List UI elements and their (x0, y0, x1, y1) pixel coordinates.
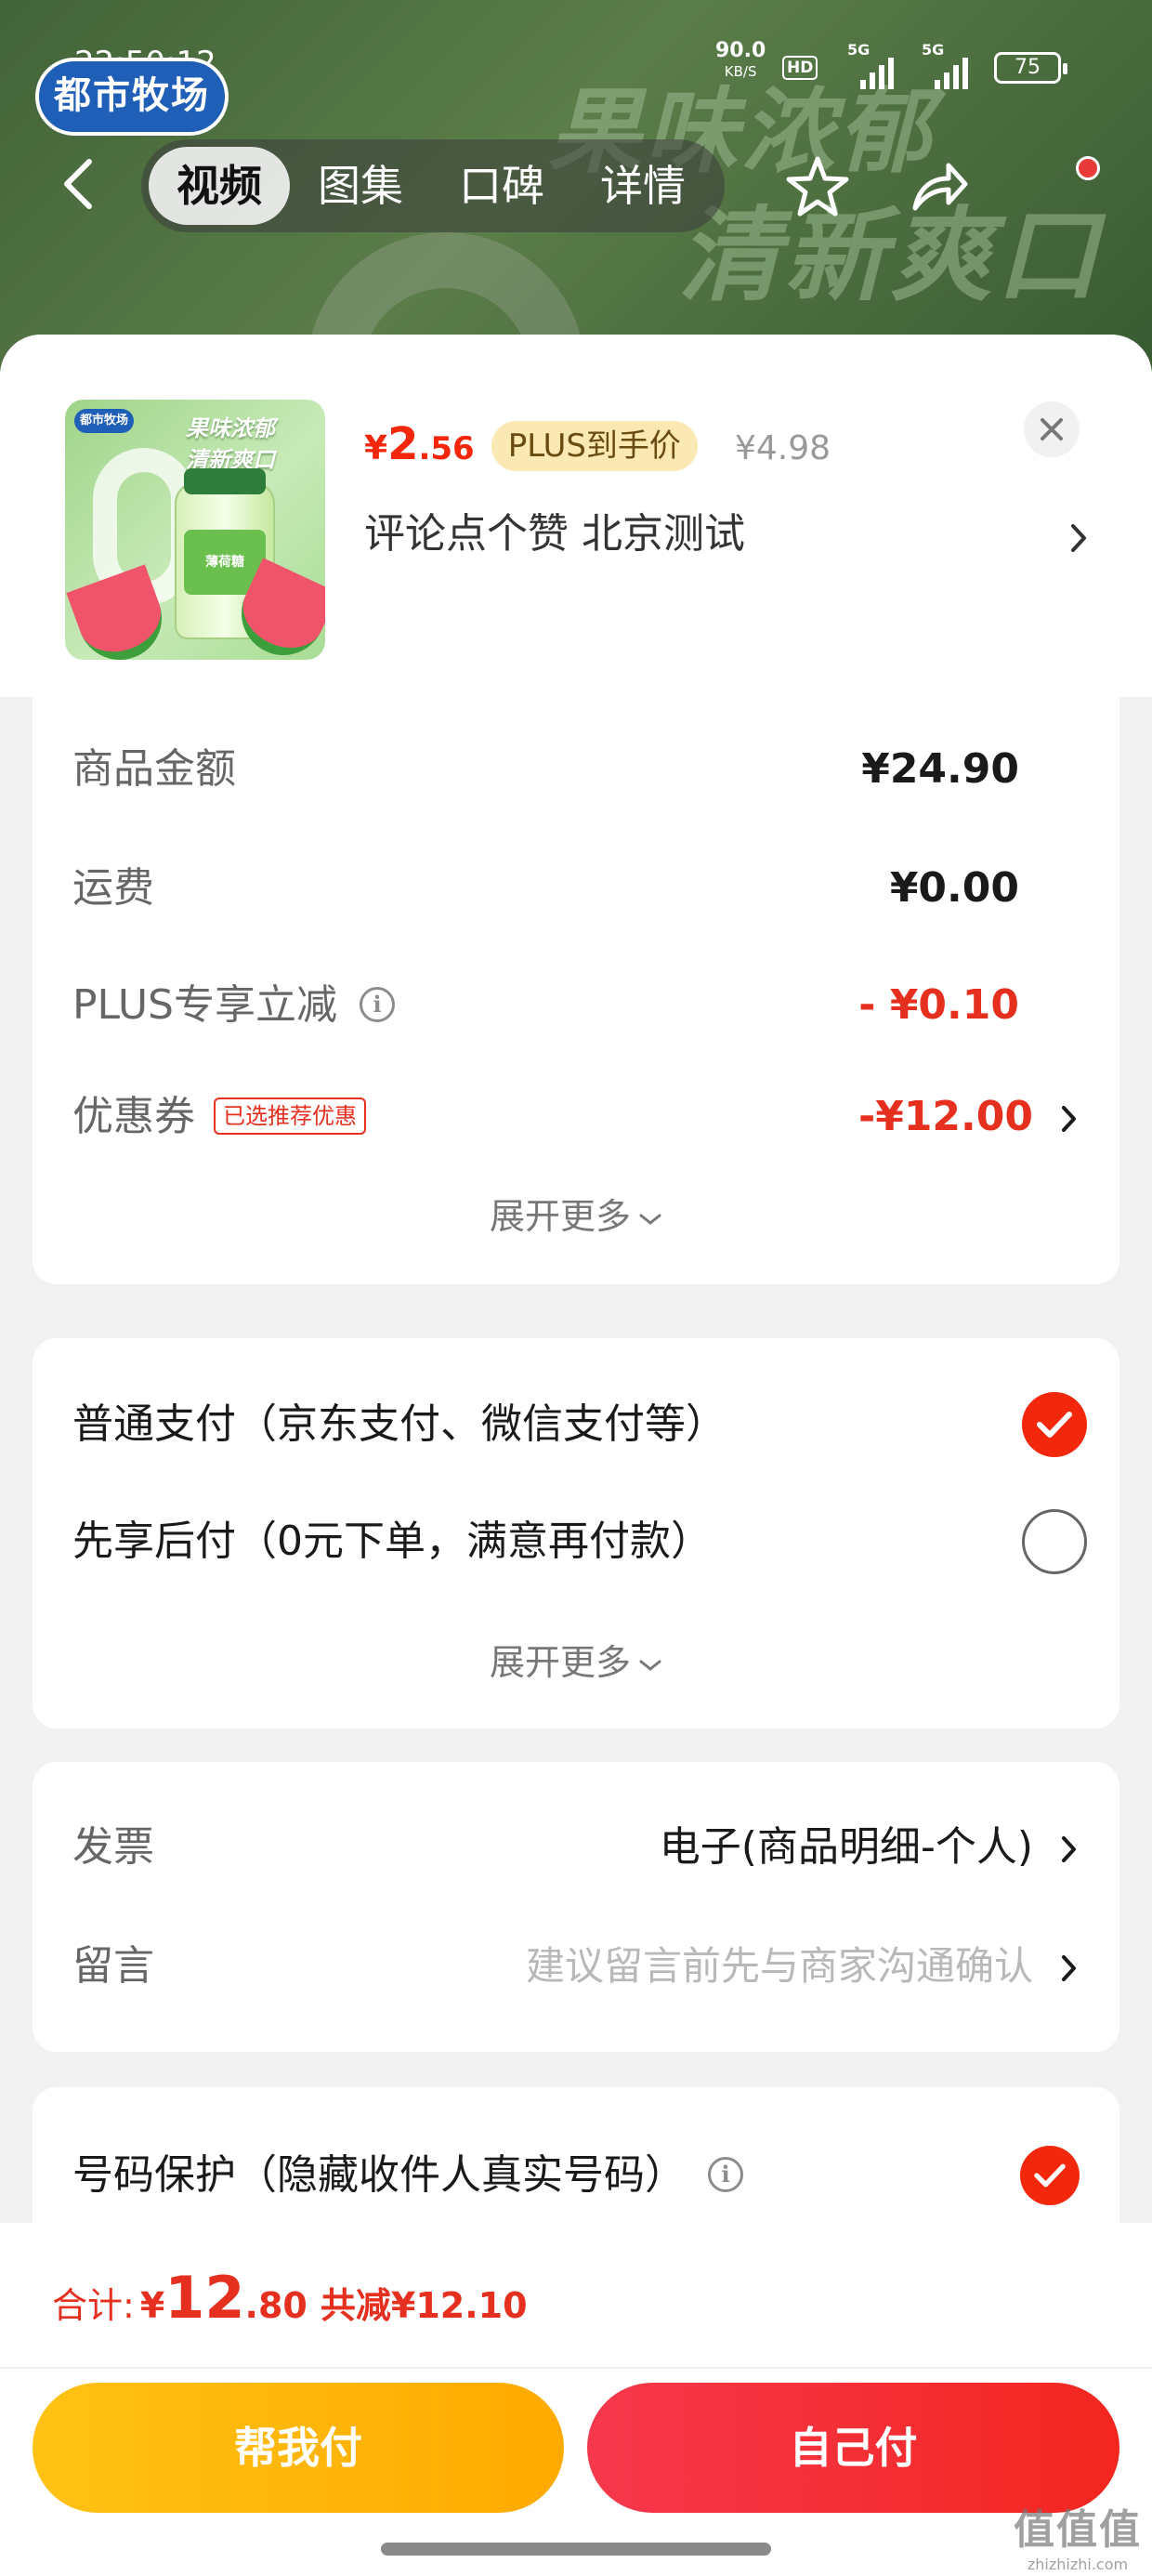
chevron-right-icon (1062, 1955, 1076, 1981)
payment-option-pay-later[interactable]: 先享后付（0元下单，满意再付款） (72, 1500, 1087, 1584)
radio-checked-icon[interactable] (1022, 1392, 1087, 1457)
checkout-bottom-bar: 合计: ¥12.80 共减¥12.10 帮我付 自己付 值值值 zhizhizhi.… (0, 2223, 1152, 2576)
info-icon[interactable]: i (708, 2157, 743, 2192)
share-icon[interactable] (906, 154, 971, 219)
amount-row-coupon[interactable]: 优惠券 已选推荐优惠 -¥12.00 (72, 1080, 1080, 1154)
shipping-amount: ¥0.00 (889, 864, 1019, 912)
message-row[interactable]: 留言 建议留言前先与商家沟通确认 (72, 1929, 1080, 2004)
chevron-down-icon (639, 1214, 661, 1225)
amount-details-card: 商品金额 ¥24.90 运费 ¥0.00 PLUS专享立减 i - ¥0.10 优… (33, 680, 1119, 1284)
invoice-row[interactable]: 发票 电子(商品明细-个人) (72, 1810, 1080, 1885)
product-thumbnail[interactable]: 都市牧场 果味浓郁 清新爽口 薄荷糖 (65, 400, 325, 660)
spec-text: 评论点个赞 北京测试 (364, 510, 745, 558)
amount-row-shipping: 运费 ¥0.00 (72, 851, 1080, 926)
chevron-right-icon (1062, 1836, 1076, 1862)
original-price: ¥4.98 (734, 429, 831, 467)
goods-amount: ¥24.90 (861, 745, 1019, 793)
divider (0, 2367, 1152, 2369)
expand-more-payment[interactable]: 展开更多 (33, 1634, 1119, 1685)
message-placeholder: 建议留言前先与商家沟通确认 (525, 1943, 1033, 1989)
help-me-pay-button[interactable]: 帮我付 (33, 2383, 564, 2513)
payment-method-card: 普通支付（京东支付、微信支付等） 先享后付（0元下单，满意再付款） 展开更多 (33, 1338, 1119, 1728)
tab-details[interactable]: 详情 (572, 147, 713, 225)
plus-discount-amount: - ¥0.10 (858, 981, 1019, 1029)
signal-2-label: 5G (922, 41, 945, 59)
info-icon[interactable]: i (360, 987, 395, 1022)
product-top-nav: 视频 图集 口碑 详情 (0, 139, 1152, 232)
tab-gallery[interactable]: 图集 (290, 147, 431, 225)
plus-price-badge: PLUS到手价 (491, 421, 698, 471)
chevron-down-icon (639, 1660, 661, 1671)
brand-logo: 都市牧场 (35, 58, 229, 136)
coupon-amount: -¥12.00 (857, 1093, 1033, 1140)
price-row: ¥2.56 PLUS到手价 ¥4.98 (364, 418, 831, 474)
network-speed-unit: KB/S (724, 63, 757, 80)
order-total: 合计: ¥12.80 共减¥12.10 (52, 2264, 528, 2332)
invoice-value: 电子(商品明细-个人) (659, 1823, 1033, 1871)
plus-price: ¥2.56 (364, 418, 475, 470)
network-speed: 90.0 KB/S (715, 41, 766, 82)
spec-selector[interactable]: 评论点个赞 北京测试 (364, 504, 1089, 565)
signal-1-label: 5G (847, 41, 871, 59)
hd-icon: HD (782, 56, 818, 80)
home-indicator[interactable] (381, 2543, 771, 2556)
back-arrow-icon[interactable] (56, 156, 102, 212)
favorite-star-icon[interactable] (785, 154, 850, 219)
close-button[interactable] (1024, 401, 1080, 457)
radio-unchecked-icon[interactable] (1022, 1509, 1087, 1574)
close-icon (1041, 418, 1063, 440)
thumbnail-slogan: 果味浓郁 清新爽口 (186, 415, 275, 473)
coupon-tag: 已选推荐优惠 (214, 1097, 366, 1135)
amount-row-plus-discount: PLUS专享立减 i - ¥0.10 (72, 968, 1080, 1043)
total-saved: 共减¥12.10 (320, 2285, 528, 2326)
amount-row-goods: 商品金额 ¥24.90 (72, 732, 1080, 807)
battery-icon: 75 (994, 52, 1067, 84)
expand-more-amounts[interactable]: 展开更多 (33, 1188, 1119, 1239)
chevron-right-icon (1071, 524, 1086, 552)
product-summary: 都市牧场 果味浓郁 清新爽口 薄荷糖 ¥2.56 PLUS到手价 ¥4.98 评… (0, 335, 1152, 697)
chevron-right-icon (1062, 1106, 1076, 1132)
thumbnail-brand-logo: 都市牧场 (74, 409, 134, 433)
media-tabs: 视频 图集 口碑 详情 (141, 139, 725, 232)
tab-video[interactable]: 视频 (149, 147, 290, 225)
checkbox-checked-icon[interactable] (1020, 2146, 1080, 2205)
pay-myself-button[interactable]: 自己付 (587, 2383, 1119, 2513)
network-speed-value: 90.0 (715, 39, 766, 62)
site-watermark: 值值值 zhizhizhi.com (1014, 2506, 1142, 2573)
number-protection-row[interactable]: 号码保护（隐藏收件人真实号码） i (72, 2134, 1080, 2217)
tab-reviews[interactable]: 口碑 (431, 147, 572, 225)
invoice-message-card: 发票 电子(商品明细-个人) 留言 建议留言前先与商家沟通确认 (33, 1762, 1119, 2052)
payment-option-normal[interactable]: 普通支付（京东支付、微信支付等） (72, 1383, 1087, 1466)
background-product-page: 果味浓郁 清新爽口 22:50:12 90.0 KB/S HD 5G 5G 75… (0, 0, 1152, 390)
notification-dot (1076, 156, 1100, 180)
